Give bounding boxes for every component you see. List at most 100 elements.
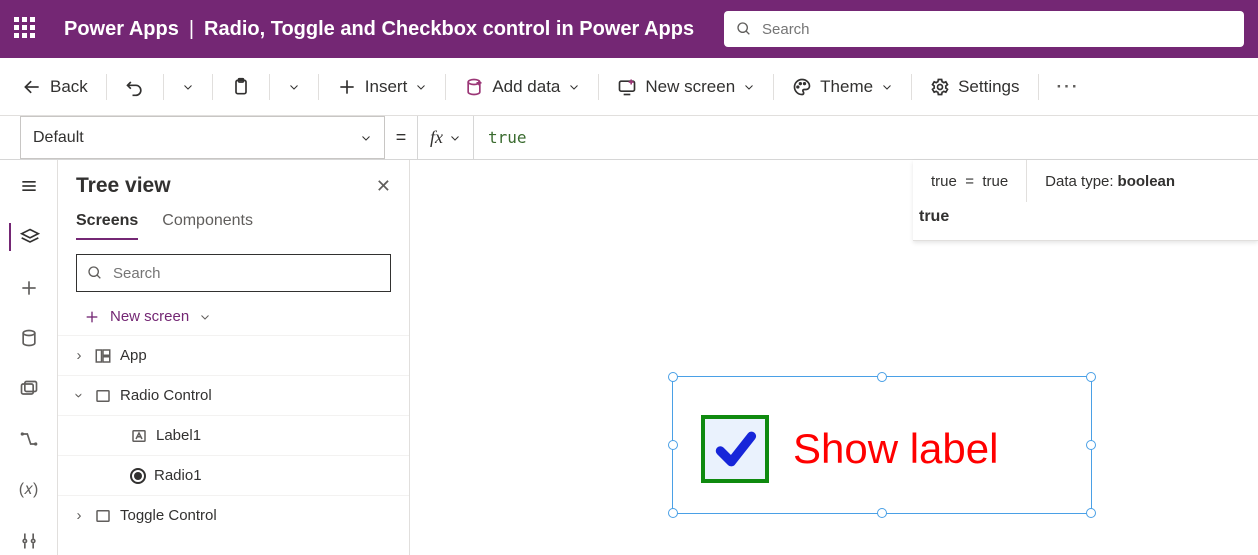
rail-media[interactable] xyxy=(9,375,49,404)
selection-box[interactable]: Show label xyxy=(672,376,1092,514)
new-screen-button[interactable]: New screen xyxy=(609,71,763,103)
tree-label: Toggle Control xyxy=(120,507,217,524)
resize-handle[interactable] xyxy=(1086,440,1096,450)
checkbox-box[interactable] xyxy=(701,415,769,483)
resize-handle[interactable] xyxy=(1086,372,1096,382)
rail-hamburger[interactable] xyxy=(9,172,49,201)
paste-split[interactable] xyxy=(280,75,308,99)
separator xyxy=(269,74,270,100)
theme-label: Theme xyxy=(820,77,873,97)
separator xyxy=(445,74,446,100)
tree-item-app[interactable]: › App xyxy=(58,335,409,375)
plus-icon xyxy=(337,77,357,97)
screen-icon xyxy=(94,507,112,525)
rail-flows[interactable] xyxy=(9,425,49,454)
tree-item-label1[interactable]: Label1 xyxy=(58,415,409,455)
command-bar: Back Insert Add data New screen Theme xyxy=(0,58,1258,116)
resize-handle[interactable] xyxy=(668,372,678,382)
add-data-button[interactable]: Add data xyxy=(456,71,588,103)
chevron-down-icon xyxy=(568,81,580,93)
app-icon xyxy=(94,347,112,365)
add-data-label: Add data xyxy=(492,77,560,97)
rail-tools[interactable] xyxy=(9,526,49,555)
tree-search[interactable] xyxy=(76,254,391,292)
tools-icon xyxy=(19,531,39,551)
separator xyxy=(212,74,213,100)
hamburger-icon xyxy=(19,176,39,196)
left-rail: (𝑥) xyxy=(0,160,58,555)
tree-label: Radio1 xyxy=(154,467,202,484)
settings-button[interactable]: Settings xyxy=(922,71,1027,103)
resize-handle[interactable] xyxy=(877,508,887,518)
more-button[interactable]: ··· xyxy=(1049,71,1088,103)
tree-item-toggle-control[interactable]: › Toggle Control xyxy=(58,495,409,535)
separator xyxy=(1038,74,1039,100)
undo-button[interactable] xyxy=(117,71,153,103)
close-icon[interactable]: ✕ xyxy=(376,176,391,197)
waffle-icon[interactable] xyxy=(14,17,38,41)
tab-components[interactable]: Components xyxy=(162,212,253,240)
insert-button[interactable]: Insert xyxy=(329,71,436,103)
new-screen-label: New screen xyxy=(110,308,189,325)
fx-toggle[interactable]: fx xyxy=(417,116,474,159)
screen-icon xyxy=(94,387,112,405)
plus-icon xyxy=(19,278,39,298)
data-type-label: Data type: xyxy=(1045,173,1113,190)
rail-variables[interactable]: (𝑥) xyxy=(9,476,49,505)
chevron-right-icon: › xyxy=(72,347,86,364)
separator xyxy=(106,74,107,100)
tree-search-input[interactable] xyxy=(113,265,380,282)
palette-icon xyxy=(792,77,812,97)
separator xyxy=(318,74,319,100)
media-icon xyxy=(19,379,39,399)
chevron-down-icon xyxy=(182,81,194,93)
chevron-down-icon: › xyxy=(71,389,88,403)
separator xyxy=(911,74,912,100)
design-canvas[interactable]: true = true Data type: boolean true xyxy=(410,160,1258,555)
insert-label: Insert xyxy=(365,77,408,97)
chevron-down-icon xyxy=(288,81,300,93)
rail-insert[interactable] xyxy=(9,273,49,302)
checkbox-label: Show label xyxy=(793,425,998,473)
new-screen-link[interactable]: New screen xyxy=(58,302,409,335)
rail-data[interactable] xyxy=(9,324,49,353)
tree-label: Radio Control xyxy=(120,387,212,404)
brand-label: Power Apps xyxy=(64,18,179,41)
resize-handle[interactable] xyxy=(1086,508,1096,518)
search-icon xyxy=(87,265,103,281)
arrow-left-icon xyxy=(22,77,42,97)
tab-screens[interactable]: Screens xyxy=(76,212,138,240)
formula-input[interactable]: true xyxy=(474,116,1258,159)
property-selector[interactable]: Default xyxy=(20,116,385,159)
theme-button[interactable]: Theme xyxy=(784,71,901,103)
chevron-down-icon xyxy=(199,311,211,323)
chevron-right-icon: › xyxy=(72,507,86,524)
rail-treeview[interactable] xyxy=(9,223,49,252)
separator xyxy=(163,74,164,100)
paste-button[interactable] xyxy=(223,71,259,103)
new-screen-label: New screen xyxy=(645,77,735,97)
checkbox-control[interactable]: Show label xyxy=(701,415,998,483)
brand-separator: | xyxy=(189,18,194,41)
formula-expression: true xyxy=(488,128,527,147)
back-button[interactable]: Back xyxy=(14,71,96,103)
tree-item-radio1[interactable]: Radio1 xyxy=(58,455,409,495)
label-icon xyxy=(130,427,148,445)
undo-split[interactable] xyxy=(174,75,202,99)
global-search-input[interactable] xyxy=(762,21,1232,38)
resize-handle[interactable] xyxy=(668,508,678,518)
tree-item-radio-control[interactable]: › Radio Control xyxy=(58,375,409,415)
check-icon xyxy=(713,427,757,471)
layers-icon xyxy=(20,227,40,247)
separator xyxy=(773,74,774,100)
resize-handle[interactable] xyxy=(877,372,887,382)
variables-icon: (𝑥) xyxy=(19,481,39,499)
equals-label: = xyxy=(385,116,417,159)
global-search[interactable] xyxy=(724,11,1244,47)
resize-handle[interactable] xyxy=(668,440,678,450)
intelli-expression: true = true xyxy=(913,160,1027,202)
chevron-down-icon xyxy=(415,81,427,93)
data-icon xyxy=(19,328,39,348)
clipboard-icon xyxy=(231,77,251,97)
screen-icon xyxy=(617,77,637,97)
